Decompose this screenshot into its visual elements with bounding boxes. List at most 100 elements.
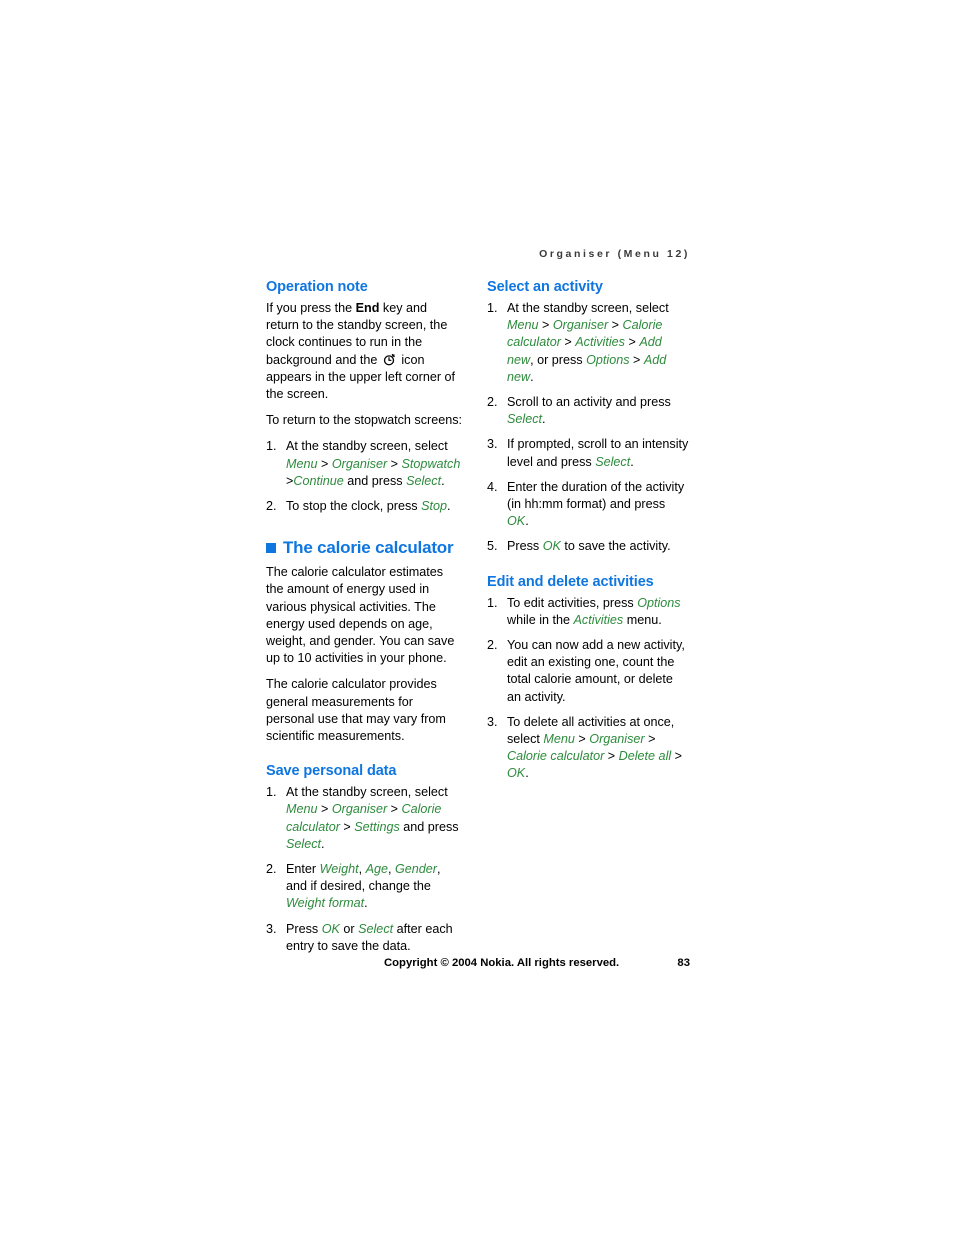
text-fragment: At the standby screen, select (286, 785, 448, 800)
list-item: 2. Scroll to an activity and press Select… (487, 394, 690, 428)
ui-term: OK (321, 921, 340, 936)
text-fragment: . (447, 499, 451, 514)
ui-term: Age (365, 862, 388, 877)
ui-term: Options (586, 352, 630, 367)
step-number: 2. (266, 499, 277, 514)
text-fragment: Scroll to an activity and press (507, 395, 671, 410)
heading-save-personal-data: Save personal data (266, 763, 397, 780)
ui-term: OK (507, 766, 526, 781)
step-number: 3. (266, 921, 277, 936)
list-item: 2. Enter Weight, Age, Gender, and if desi… (266, 861, 462, 913)
key-label-end: End (355, 301, 380, 315)
document-page: Organiser (Menu 12) Operation note If yo… (0, 0, 954, 1235)
ui-term: Organiser (331, 456, 388, 471)
section-save-personal-data: Save personal data 1. At the standby scre… (266, 762, 462, 955)
list-item: 3. If prompted, scroll to an intensity le… (487, 436, 690, 470)
list-item: 2. You can now add a new activity, edit a… (487, 637, 690, 706)
separator: > (608, 318, 623, 333)
step-number: 3. (487, 714, 498, 729)
square-bullet-icon (266, 543, 276, 554)
text-fragment: and press (343, 473, 407, 488)
ui-term: Stopwatch (401, 456, 461, 471)
list-item: 1. At the standby screen, select Menu > O… (266, 784, 462, 853)
separator: > (387, 802, 402, 817)
text-fragment: Enter the duration of the activity (in h… (507, 479, 685, 512)
heading-calorie-calculator: The calorie calculator (266, 537, 462, 559)
ui-term: Stop (421, 499, 448, 514)
copyright-notice: Copyright © 2004 Nokia. All rights reser… (384, 957, 620, 969)
text-fragment: while in the (507, 612, 574, 627)
ui-term: Activities (573, 612, 624, 627)
step-number: 2. (487, 638, 498, 653)
text-fragment: or (339, 921, 359, 936)
list-item: 1. At the standby screen, select Menu > O… (487, 300, 690, 386)
separator: > (574, 732, 590, 747)
text-fragment: To edit activities, press (507, 595, 638, 610)
separator: > (624, 335, 640, 350)
paragraph-calorie-calculator-1: The calorie calculator estimates the amo… (266, 565, 455, 666)
ui-term: Select (286, 836, 322, 851)
steps-save-personal-data: 1. At the standby screen, select Menu > O… (266, 784, 462, 955)
text-fragment: . (364, 896, 368, 911)
ui-term: Menu (286, 456, 318, 471)
list-item: 5. Press OK to save the activity. (487, 538, 690, 555)
ui-term: OK (542, 539, 561, 554)
separator: , (358, 862, 366, 877)
list-item: 2. To stop the clock, press Stop. (266, 498, 462, 515)
list-item: 3. Press OK or Select after each entry to… (266, 921, 462, 955)
text-fragment: . (525, 766, 529, 781)
ui-term: Select (406, 473, 442, 488)
left-column: Operation note If you press the End key … (266, 278, 462, 955)
list-item: 3. To delete all activities at once, sele… (487, 714, 690, 783)
separator: > (560, 335, 576, 350)
text-fragment: and press (399, 819, 459, 834)
step-number: 5. (487, 539, 498, 554)
ui-term: Calorie calculator (507, 749, 605, 764)
text-fragment: . (542, 412, 546, 427)
ui-term: Options (637, 595, 681, 610)
step-number: 1. (487, 595, 498, 610)
text-fragment: To stop the clock, press (286, 499, 422, 514)
ui-term: Settings (354, 819, 400, 834)
ui-term: Weight format (286, 896, 365, 911)
ui-term: Gender (395, 862, 438, 877)
step-number: 4. (487, 479, 498, 494)
ui-term: Menu (543, 732, 575, 747)
list-item: 4. Enter the duration of the activity (in… (487, 479, 690, 531)
paragraph-calorie-calculator-2: The calorie calculator provides general … (266, 677, 446, 744)
paragraph-operation-note-2: To return to the stopwatch screens: (266, 413, 463, 428)
text-fragment: . (530, 369, 534, 384)
paragraph-operation-note-1: If you press the End key and return to t… (266, 300, 462, 403)
text-fragment: . (525, 514, 529, 529)
text-fragment: Press (286, 921, 322, 936)
text-fragment: , or press (530, 352, 587, 367)
step-number: 3. (487, 437, 498, 452)
text-fragment: At the standby screen, select (507, 301, 669, 315)
ui-term: Select (507, 412, 543, 427)
ui-term: Organiser (331, 802, 388, 817)
list-item: 1. To edit activities, press Options whil… (487, 595, 690, 629)
steps-operation-note: 1. At the standby screen, select Menu > O… (266, 438, 462, 515)
separator: > (644, 732, 656, 747)
separator: , (388, 862, 395, 877)
heading-operation-note: Operation note (266, 279, 368, 295)
step-number: 2. (487, 395, 498, 410)
running-header: Organiser (Menu 12) (539, 248, 690, 260)
separator: > (387, 456, 402, 471)
ui-term: Select (358, 921, 394, 936)
heading-select-an-activity: Select an activity (487, 279, 603, 295)
page-footer: Copyright © 2004 Nokia. All rights reser… (266, 957, 690, 973)
section-calorie-calculator: The calorie calculator The calorie calcu… (266, 537, 462, 745)
separator: > (339, 819, 355, 834)
separator: > (604, 749, 619, 764)
section-operation-note: Operation note If you press the End key … (266, 278, 462, 515)
text-fragment: Press (507, 539, 543, 554)
section-select-an-activity: Select an activity 1. At the standby scre… (487, 278, 690, 556)
text-fragment: If you press the (266, 301, 356, 315)
ui-term: OK (507, 514, 526, 529)
ui-term: Weight (319, 862, 359, 877)
steps-select-an-activity: 1. At the standby screen, select Menu > O… (487, 300, 690, 556)
heading-text: The calorie calculator (283, 538, 454, 558)
ui-term: Menu (507, 318, 539, 333)
right-column: Select an activity 1. At the standby scre… (487, 278, 690, 783)
